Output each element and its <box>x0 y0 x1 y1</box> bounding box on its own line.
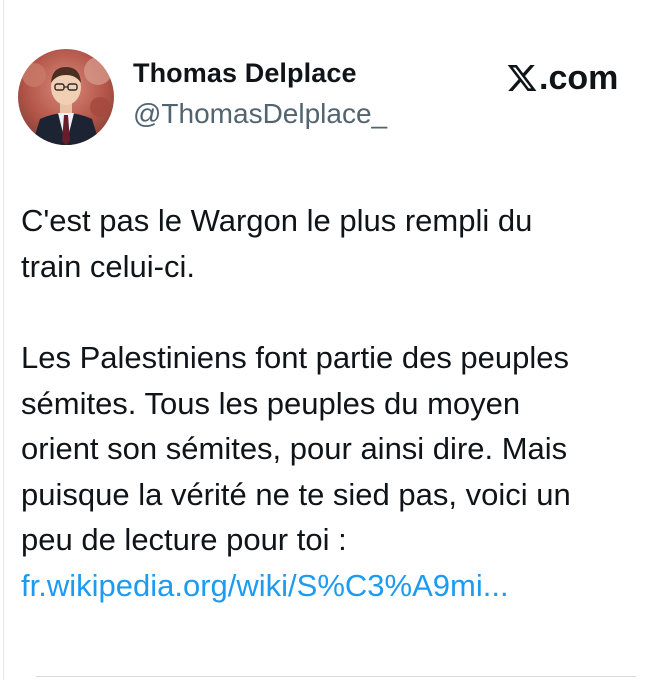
tweet-line: train celui-ci. <box>21 248 195 284</box>
card-left-edge <box>3 0 4 680</box>
author-handle[interactable]: @ThomasDelplace_ <box>133 98 387 130</box>
tweet-text: C'est pas le Wargon le plus rempli du tr… <box>21 198 661 608</box>
tweet-line: orient son sémites, pour ainsi dire. Mai… <box>21 431 568 466</box>
tweet-link[interactable]: fr.wikipedia.org/wiki/S%C3%A9mi... <box>21 568 509 603</box>
author-avatar[interactable] <box>18 49 114 145</box>
tweet-line: sémites. Tous les peuples du moyen <box>21 385 521 421</box>
x-logo-icon <box>507 65 537 91</box>
tweet-line: Les Palestiniens font partie des peuples <box>21 340 570 375</box>
tweet-line: peu de lecture pour toi : <box>21 522 347 557</box>
tweet-line: C'est pas le Wargon le plus rempli du <box>21 203 533 238</box>
card-divider <box>36 676 636 677</box>
brand-mark: .com <box>506 58 618 98</box>
tweet-card: Thomas Delplace @ThomasDelplace_ .com C'… <box>0 0 670 680</box>
author-display-name[interactable]: Thomas Delplace <box>133 58 357 89</box>
avatar-photo <box>18 49 114 145</box>
tweet-line: puisque la vérité ne te sied pas, voici … <box>21 476 571 512</box>
brand-label: .com <box>539 59 619 97</box>
